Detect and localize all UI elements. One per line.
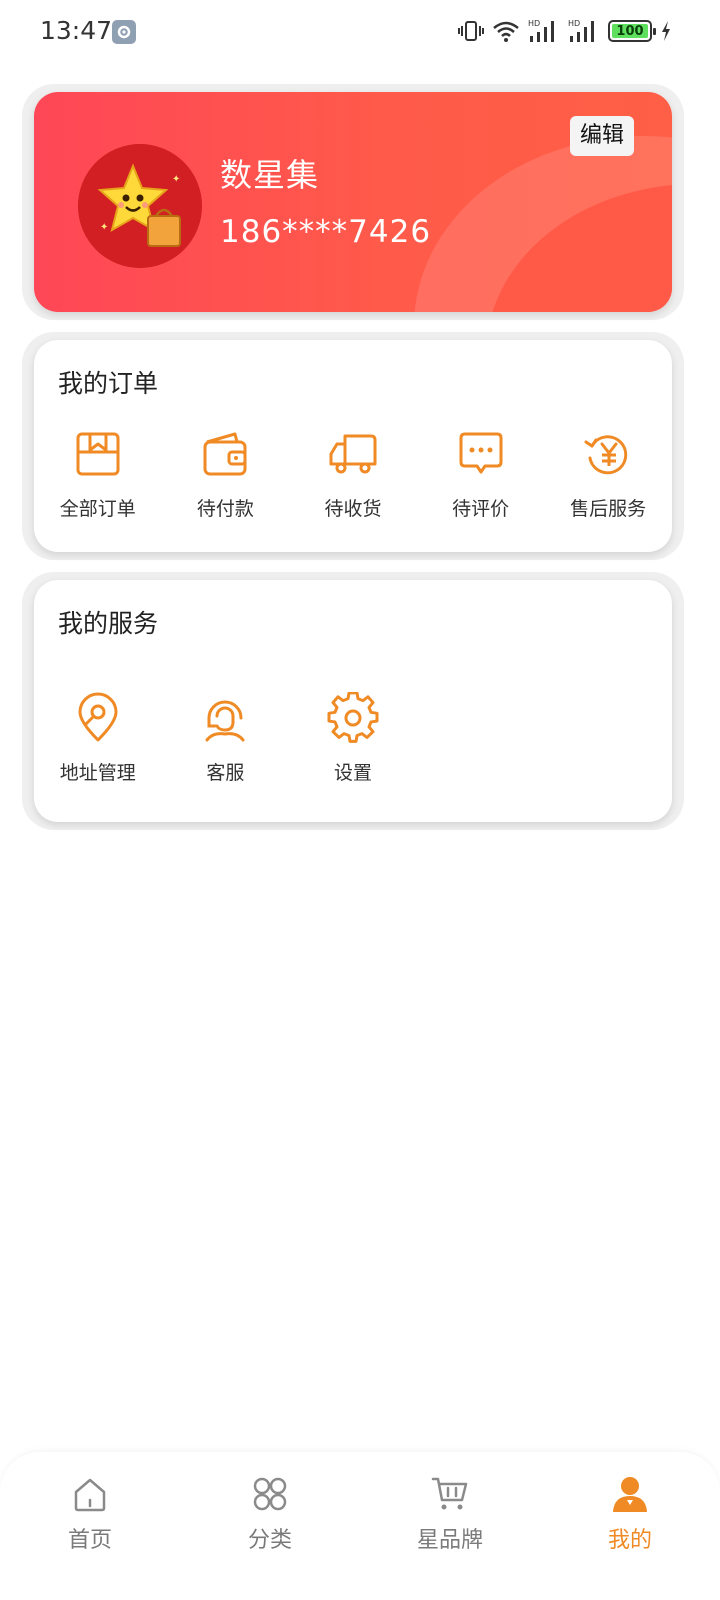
order-item-label: 全部订单 xyxy=(59,498,136,520)
orders-card-frame: 我的订单 全部订单 待付款 待收货 待评价 售后服务 xyxy=(22,332,684,560)
edit-profile-button[interactable]: 编辑 xyxy=(569,116,634,156)
svg-text:HD: HD xyxy=(568,19,580,28)
user-icon xyxy=(613,1477,647,1512)
battery-level: 100 xyxy=(616,23,644,39)
order-item-label: 售后服务 xyxy=(570,498,647,520)
refund-yen-icon xyxy=(584,435,628,475)
service-item-address[interactable]: 地址管理 xyxy=(34,692,162,785)
avatar[interactable]: ✦ ✦ xyxy=(78,144,202,268)
status-time: 13:47 xyxy=(40,16,113,45)
charging-icon xyxy=(662,21,670,41)
status-icons: HD HD 100 xyxy=(458,18,672,44)
svg-text:✦: ✦ xyxy=(100,222,108,233)
order-item-pending-delivery[interactable]: 待收货 xyxy=(289,428,417,521)
order-item-label: 待评价 xyxy=(452,498,510,520)
signal-hd-icon: HD xyxy=(568,19,594,42)
nav-item-home[interactable]: 首页 xyxy=(0,1452,180,1600)
orders-grid: 全部订单 待付款 待收货 待评价 售后服务 xyxy=(34,428,672,521)
profile-card[interactable]: ✦ ✦ 数星集 186****7426 编辑 xyxy=(34,92,672,312)
service-item-label: 客服 xyxy=(206,762,245,784)
svg-text:✦: ✦ xyxy=(172,174,180,185)
gear-icon xyxy=(112,20,136,44)
home-icon xyxy=(74,1478,106,1512)
orders-title: 我的订单 xyxy=(58,369,159,398)
services-card-frame: 我的服务 地址管理 客服 设置 xyxy=(22,572,684,830)
customer-service-icon xyxy=(205,700,245,742)
orders-card: 我的订单 全部订单 待付款 待收货 待评价 售后服务 xyxy=(34,340,672,552)
service-item-label: 地址管理 xyxy=(59,762,136,784)
comment-icon xyxy=(459,432,503,474)
order-item-pending-review[interactable]: 待评价 xyxy=(417,428,545,521)
wifi-icon xyxy=(493,21,519,42)
nav-item-mine[interactable]: 我的 xyxy=(540,1452,720,1600)
nav-item-category[interactable]: 分类 xyxy=(180,1452,360,1600)
services-card: 我的服务 地址管理 客服 设置 xyxy=(34,580,672,822)
profile-card-frame: ✦ ✦ 数星集 186****7426 编辑 xyxy=(22,84,684,320)
services-title: 我的服务 xyxy=(58,609,159,638)
signal-hd-icon: HD xyxy=(528,19,554,42)
bottom-nav: 首页 分类 星品牌 我的 xyxy=(0,1452,720,1600)
nav-label: 我的 xyxy=(607,1528,652,1553)
vibrate-icon xyxy=(458,21,484,41)
order-item-all[interactable]: 全部订单 xyxy=(34,428,162,521)
service-item-label: 设置 xyxy=(333,762,372,784)
phone-number: 186****7426 xyxy=(220,214,432,250)
order-item-label: 待付款 xyxy=(196,498,254,520)
category-icon xyxy=(253,1477,287,1511)
wallet-icon xyxy=(203,432,247,476)
order-box-icon xyxy=(76,432,120,476)
status-bar: 13:47 HD HD 100 xyxy=(0,0,720,64)
nav-label: 首页 xyxy=(67,1528,112,1553)
username: 数星集 xyxy=(220,156,320,194)
service-item-customer-service[interactable]: 客服 xyxy=(162,692,290,785)
nav-item-brand[interactable]: 星品牌 xyxy=(360,1452,540,1600)
order-item-label: 待收货 xyxy=(324,498,382,520)
settings-gear-icon xyxy=(327,692,379,743)
star-mascot-avatar: ✦ ✦ xyxy=(78,144,202,268)
my-profile-screen: 13:47 HD HD 100 ✦ ✦ 数星集 186****7426 编辑 我… xyxy=(0,0,720,1600)
service-item-settings[interactable]: 设置 xyxy=(289,692,417,785)
services-grid: 地址管理 客服 设置 xyxy=(34,692,672,785)
cart-icon xyxy=(431,1477,468,1510)
location-pin-icon xyxy=(78,692,118,742)
battery-icon: 100 xyxy=(608,20,656,42)
order-item-after-sales[interactable]: 售后服务 xyxy=(544,428,672,521)
order-item-pending-payment[interactable]: 待付款 xyxy=(162,428,290,521)
svg-text:HD: HD xyxy=(528,19,540,28)
nav-label: 分类 xyxy=(247,1528,292,1553)
truck-icon xyxy=(329,434,377,474)
nav-label: 星品牌 xyxy=(416,1528,483,1553)
